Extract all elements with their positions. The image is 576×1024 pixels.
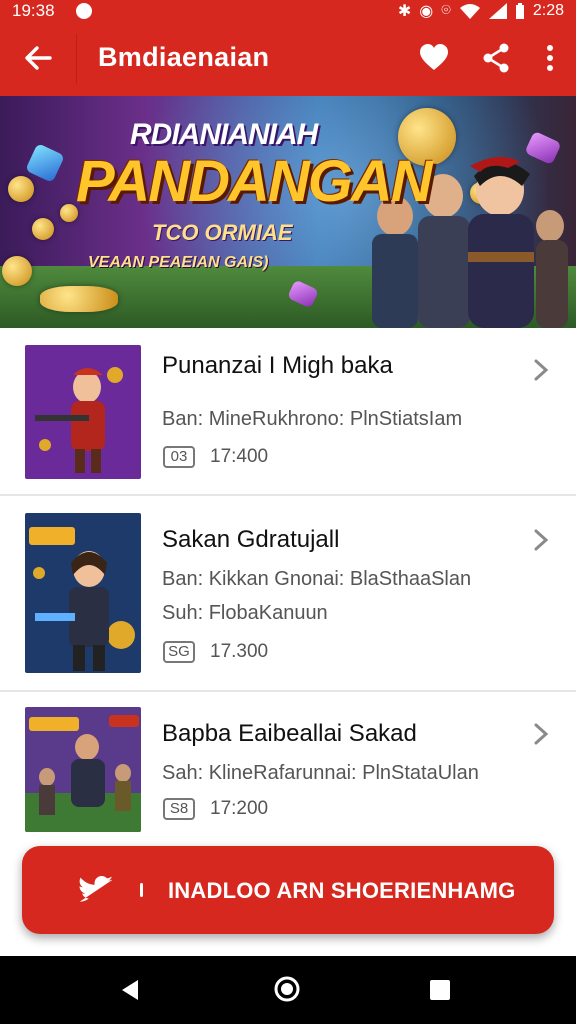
home-circle-icon[interactable] bbox=[272, 974, 302, 1004]
game-thumbnail bbox=[25, 707, 141, 832]
game-count: 17.300 bbox=[210, 641, 269, 662]
battery-icon bbox=[515, 3, 524, 19]
game-subtitle: Ban: Kikkan Gnonai: BlaSthaaSlan bbox=[162, 568, 472, 590]
coin-icon bbox=[2, 256, 32, 286]
arrow-left-icon[interactable] bbox=[20, 40, 56, 76]
status-icons: ✱ ◉ ⌾ 2:28 bbox=[398, 1, 564, 21]
game-title: Punanzai I Migh baka bbox=[162, 352, 393, 379]
game-count: 17:400 bbox=[210, 446, 269, 467]
button-separator bbox=[140, 883, 143, 897]
page-title: Bmdiaenaian bbox=[98, 42, 270, 72]
chevron-right-icon[interactable] bbox=[532, 528, 550, 552]
chevron-right-icon[interactable] bbox=[532, 358, 550, 382]
game-thumbnail bbox=[25, 345, 141, 479]
wifi-icon bbox=[459, 4, 480, 19]
bluetooth-icon: ✱ bbox=[397, 3, 412, 20]
bird-icon bbox=[79, 876, 112, 902]
status-time-left: 19:38 bbox=[12, 1, 55, 20]
status-time-right: 2:28 bbox=[532, 2, 564, 19]
location-icon: ⌾ bbox=[441, 2, 451, 19]
game-subtitle: Ban: MineRukhrono: PlnStiatsIam bbox=[162, 408, 463, 430]
more-vertical-icon[interactable] bbox=[534, 42, 566, 74]
game-title: Sakan Gdratujall bbox=[162, 526, 340, 553]
banner-title-line3: TCO ORMIAE bbox=[152, 220, 293, 245]
game-title: Bapba Eaibeallai Sakad bbox=[162, 720, 417, 747]
game-count: 17:200 bbox=[210, 798, 269, 819]
chevron-right-icon[interactable] bbox=[532, 722, 550, 746]
signal-icon bbox=[488, 3, 507, 19]
appbar-divider bbox=[76, 34, 77, 84]
featured-banner[interactable]: RDIANIANIAH PANDANGAN TCO ORMIAE VEAAN P… bbox=[0, 96, 576, 328]
list-item[interactable]: Sakan Gdratujall Ban: Kikkan Gnonai: Bla… bbox=[0, 496, 576, 692]
app-bar: Bmdiaenaian bbox=[0, 22, 576, 96]
banner-title-line4: VEAAN PEAEIAN GAIS) bbox=[88, 254, 269, 271]
game-badge: 03 bbox=[163, 446, 195, 468]
coin-icon bbox=[32, 218, 54, 240]
square-recent-icon[interactable] bbox=[428, 978, 452, 1002]
game-badge: SG bbox=[163, 641, 195, 663]
banner-title-line2: PANDANGAN bbox=[76, 149, 433, 214]
game-thumbnail bbox=[25, 513, 141, 673]
download-button-label: INADLOO ARN SHOERIENHAMG bbox=[168, 878, 516, 903]
share-icon[interactable] bbox=[480, 42, 512, 74]
coin-icon bbox=[40, 286, 118, 312]
download-button[interactable]: INADLOO ARN SHOERIENHAMG bbox=[22, 846, 554, 934]
banner-title-line1: RDIANIANIAH bbox=[130, 118, 318, 151]
heart-icon[interactable] bbox=[418, 42, 450, 74]
game-subtitle-secondary: Suh: FlobaKanuun bbox=[162, 602, 328, 624]
alarm-icon: ◉ bbox=[419, 3, 434, 20]
list-item[interactable]: Punanzai I Migh baka Ban: MineRukhrono: … bbox=[0, 328, 576, 496]
coin-icon bbox=[8, 176, 34, 202]
list-item[interactable]: Bapba Eaibeallai Sakad Sah: KlineRafarun… bbox=[0, 692, 576, 832]
system-nav-bar bbox=[0, 956, 576, 1024]
triangle-back-icon[interactable] bbox=[118, 976, 142, 1004]
game-subtitle: Sah: KlineRafarunnai: PlnStataUlan bbox=[162, 762, 479, 784]
status-bar: 19:38 ✱ ◉ ⌾ 2:28 bbox=[0, 0, 576, 22]
notification-dot-icon bbox=[76, 3, 92, 19]
game-badge: S8 bbox=[163, 798, 195, 820]
